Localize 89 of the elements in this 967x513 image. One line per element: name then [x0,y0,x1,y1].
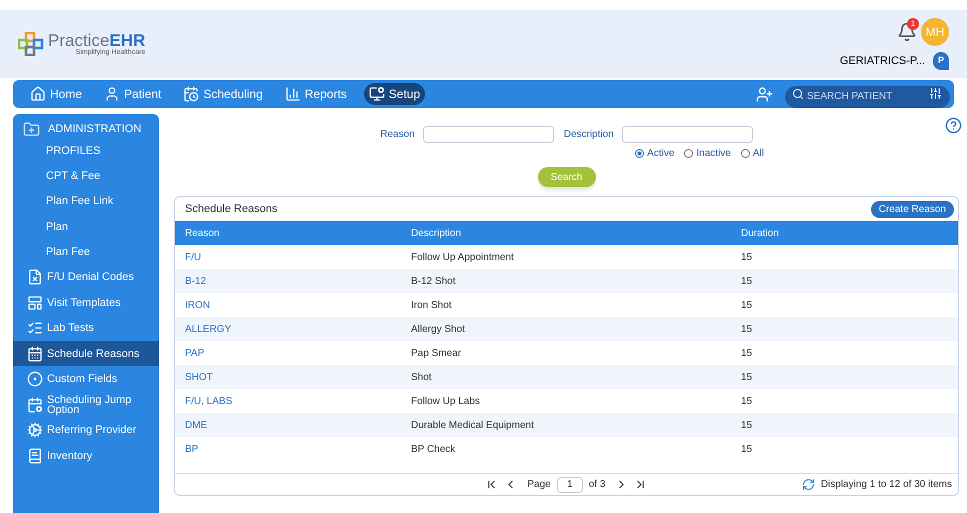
table-title: Schedule Reasons [185,202,278,217]
table-cell-text: B-12 Shot [410,274,456,288]
column-header[interactable]: Reason [175,226,401,240]
table-cell[interactable]: DME [175,418,401,432]
table-cell-text: 15 [740,394,752,408]
nav-tab[interactable]: Reports [280,83,352,105]
table-cell-text: Durable Medical Equipment [410,418,535,432]
help-icon[interactable] [945,117,962,134]
sidebar-item[interactable]: F/U Denial Codes [13,264,159,290]
description-label: Description [564,128,614,142]
template-icon [27,294,43,311]
table-cell-text: 15 [740,418,752,432]
table-cell-text: Shot [410,370,433,384]
table-cell-text: Allergy Shot [410,322,466,336]
monitor-icon [368,86,385,102]
table-cell-text: Follow Up Labs [410,394,481,408]
calendar-icon [27,346,43,362]
search-button[interactable]: Search [538,167,596,187]
page-count: of 3 [588,478,606,492]
sidebar-item[interactable]: PROFILES [13,138,159,164]
refresh-icon[interactable] [802,478,815,491]
calendar-icon [183,86,200,102]
table-cell-text: 15 [740,346,752,360]
sidebar-item[interactable]: Scheduling Jump Option [13,392,159,418]
pager-summary: Displaying 1 to 12 of 30 items [820,478,952,492]
table-cell[interactable]: SHOT [175,370,401,384]
nav-tab[interactable]: Patient [99,83,166,105]
search-patient-field[interactable]: SEARCH PATIENT [785,86,950,108]
home-icon [30,86,46,102]
table-cell[interactable]: IRON [175,298,401,312]
description-field[interactable] [622,126,753,143]
gear-icon [27,422,43,438]
column-header[interactable]: Description [401,226,731,240]
reason-field[interactable] [422,126,554,143]
sidebar-item[interactable]: Plan Fee Link [13,188,159,214]
sidebar-item[interactable]: Custom Fields [13,366,159,392]
table-cell-text: Pap Smear [410,346,462,360]
table-cell-text: 15 [740,442,752,456]
status-radio[interactable]: Inactive [684,146,731,161]
field-icon [27,371,43,388]
table-cell-text: BP Check [410,442,456,456]
logo-icon [18,32,44,56]
table-cell[interactable]: F/U [175,250,401,264]
nav-tab[interactable]: Home [25,83,88,105]
folder-icon [23,120,40,138]
sidebar-item[interactable]: Visit Templates [13,290,159,316]
sidebar-item[interactable]: Schedule Reasons [13,340,159,366]
nav-tab[interactable]: Setup [364,83,426,105]
create-reason-button[interactable]: Create Reason [870,200,954,218]
add-user-icon[interactable] [756,86,773,102]
sidebar-item[interactable]: CPT & Fee [13,163,159,189]
table-cell[interactable]: ALLERGY [175,322,401,336]
status-radio[interactable]: Active [635,146,674,161]
search-icon [792,88,804,100]
chart-icon [284,86,301,102]
notification-icon[interactable] [897,22,917,42]
sidebar-item[interactable]: Referring Provider [13,417,159,443]
page-field[interactable]: 1 [556,476,583,492]
status-radio[interactable]: All [740,146,764,161]
table-cell-text: Follow Up Appointment [410,250,515,264]
filter-icon[interactable] [929,87,942,100]
user-icon [104,86,120,102]
table-cell-text: 15 [740,298,752,312]
logo-text: PracticeEHR [48,32,146,49]
facility-name[interactable]: GERIATRICS-P... [840,52,925,70]
facility-pin: P [933,52,949,70]
notification-badge: 1 [907,18,919,30]
document-x-icon [27,269,43,286]
reason-label: Reason [380,128,415,142]
table-cell-text: 15 [740,322,752,336]
checklist-icon [27,320,43,336]
nav-tab[interactable]: Scheduling [178,83,268,105]
calendar-gear-icon [27,396,43,413]
page-label: Page [527,478,551,492]
sidebar-heading[interactable]: ADMINISTRATION [48,120,142,138]
table-cell[interactable]: B-12 [175,274,401,288]
sidebar-item[interactable]: Plan [13,214,159,240]
table-cell-text: 15 [740,250,752,264]
table-cell[interactable]: PAP [175,346,401,360]
sidebar-item[interactable]: Plan Fee [13,239,159,264]
table-cell-text: 15 [740,370,752,384]
book-icon [27,448,43,464]
sidebar-item[interactable]: Inventory [13,442,159,468]
column-header[interactable]: Duration [731,226,958,240]
table-cell-text: 15 [740,274,752,288]
table-cell[interactable]: F/U, LABS [175,394,401,408]
table-cell-text: Iron Shot [410,298,453,312]
sidebar-item[interactable]: Lab Tests [13,315,159,341]
table-cell[interactable]: BP [175,442,401,456]
